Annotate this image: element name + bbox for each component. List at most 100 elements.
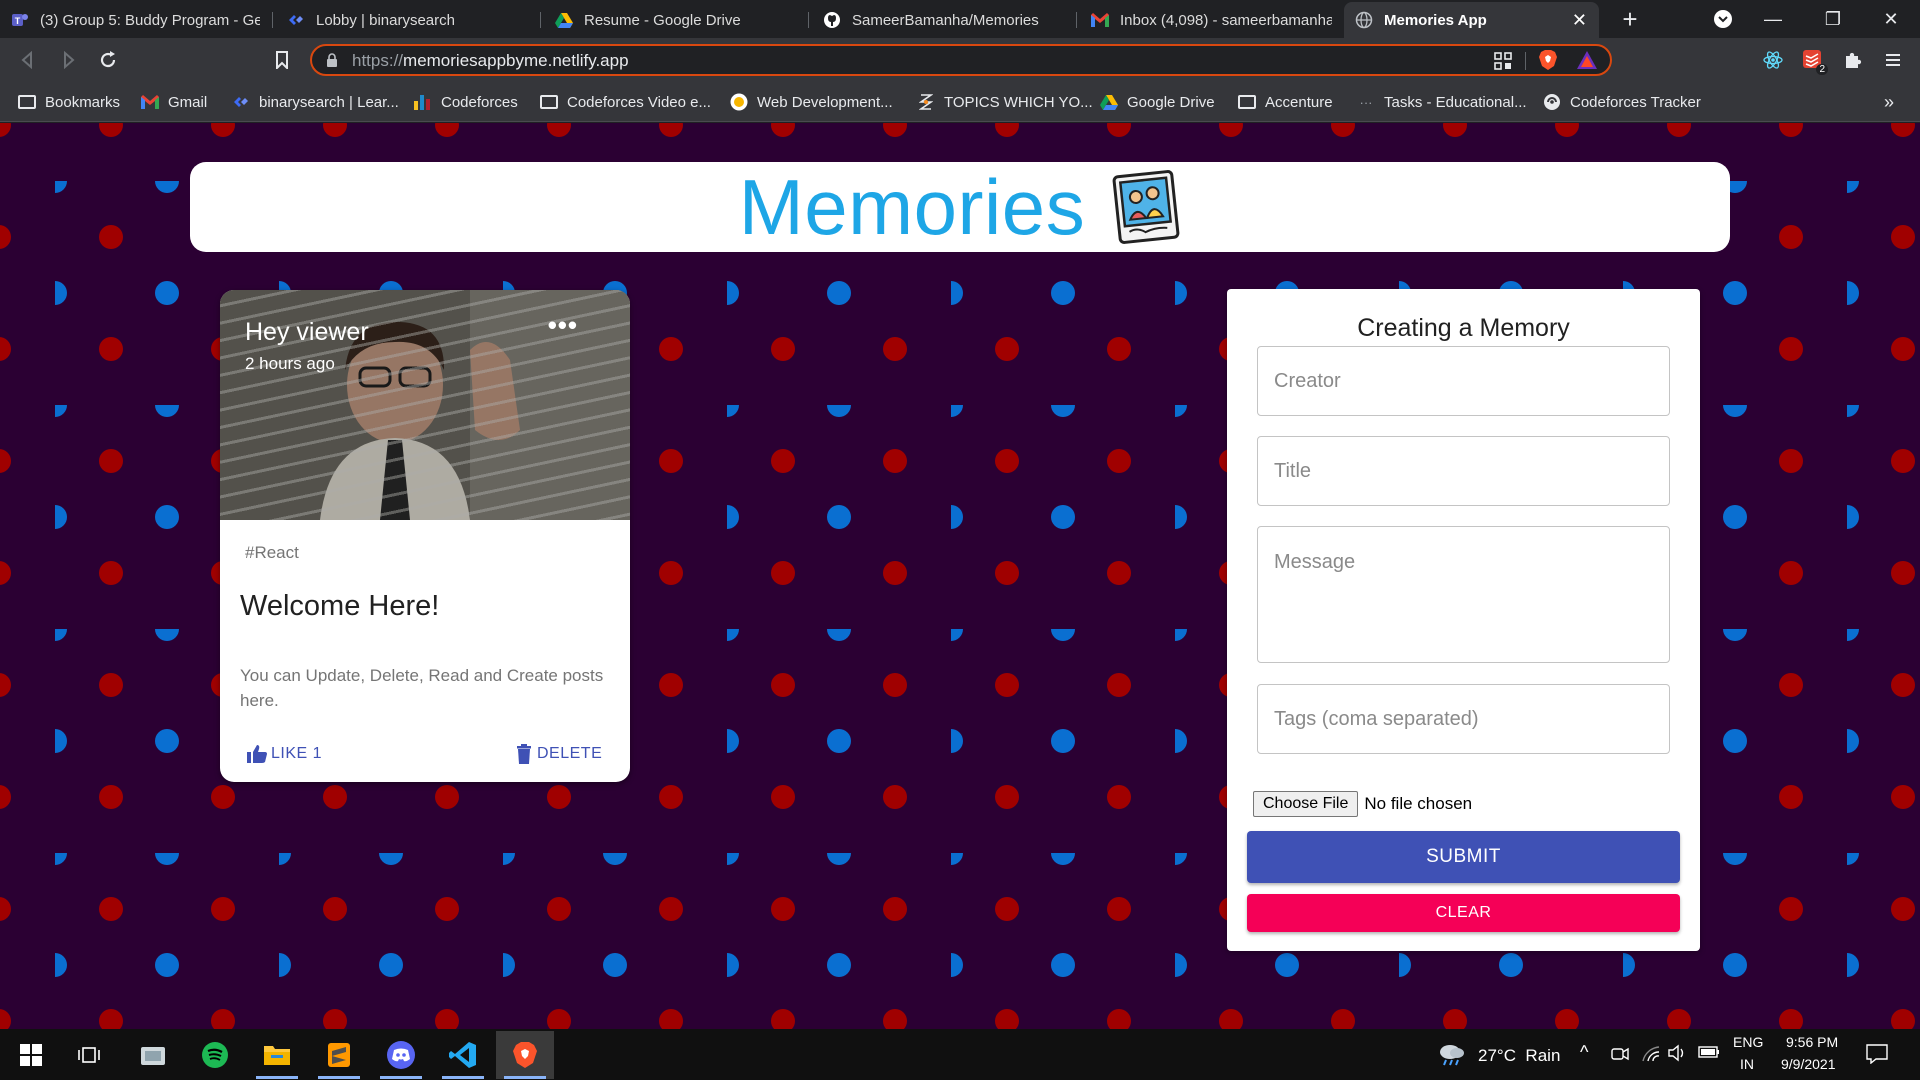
bookmark-codeforces-tracker[interactable]: Codeforces Tracker (1543, 91, 1701, 113)
bookmark-tasks-educational[interactable]: ··· Tasks - Educational... (1357, 91, 1527, 113)
address-bar[interactable]: https://memoriesappbyme.netlify.app (310, 44, 1612, 76)
bookmark-gmail[interactable]: Gmail (141, 91, 207, 113)
clear-button[interactable]: CLEAR (1247, 894, 1680, 932)
bookmark-topics[interactable]: TOPICS WHICH YO... (917, 91, 1093, 113)
meet-now-icon[interactable] (1611, 1045, 1629, 1068)
minimize-icon[interactable]: — (1748, 0, 1798, 38)
tab-group5-teams[interactable]: T (3) Group 5: Buddy Program - Ge (0, 2, 270, 38)
todoist-extension-icon[interactable]: 2 (1800, 47, 1828, 75)
bookmark-web-development[interactable]: Web Development... (730, 91, 893, 113)
card-timestamp: 2 hours ago (245, 354, 335, 373)
volume-icon[interactable] (1668, 1044, 1688, 1067)
bookmark-bookmarks-folder[interactable]: Bookmarks (18, 91, 120, 113)
folder-icon (540, 93, 558, 111)
bookmark-icon[interactable] (268, 46, 296, 74)
brave-shields-icon[interactable] (1538, 49, 1558, 76)
close-icon[interactable]: ✕ (1572, 10, 1587, 31)
gmail-icon (1090, 10, 1110, 30)
app-header: Memories (190, 162, 1730, 252)
github-icon (822, 10, 842, 30)
tags-input[interactable] (1274, 685, 1654, 753)
chevron-up-icon[interactable]: ^ (1580, 1042, 1588, 1063)
discord-icon[interactable] (372, 1031, 430, 1079)
bookmark-label: TOPICS WHICH YO... (944, 93, 1093, 111)
tags-field[interactable] (1257, 684, 1670, 754)
sublime-text-icon[interactable] (310, 1031, 368, 1079)
react-devtools-icon[interactable] (1760, 47, 1786, 73)
wifi-icon[interactable] (1641, 1045, 1661, 1068)
divider (1525, 52, 1526, 70)
creator-input[interactable] (1274, 347, 1654, 415)
file-picker: Choose File No file chosen (1253, 791, 1472, 817)
more-bookmarks-icon[interactable]: » (1884, 91, 1894, 113)
forward-icon[interactable] (54, 46, 82, 74)
weather-text[interactable]: 27°C Rain (1478, 1046, 1560, 1066)
back-icon[interactable] (14, 46, 42, 74)
message-input[interactable] (1274, 551, 1654, 631)
memory-card: Hey viewer 2 hours ago ••• #React Welcom… (220, 290, 630, 782)
tab-separator (272, 12, 273, 28)
brave-rewards-icon[interactable] (1576, 50, 1598, 75)
tab-memories-app[interactable]: Memories App ✕ (1344, 2, 1599, 38)
clock-date[interactable]: 9/9/2021 (1781, 1056, 1836, 1072)
language-top[interactable]: ENG (1733, 1034, 1763, 1050)
folder-icon (18, 93, 36, 111)
message-field[interactable] (1257, 526, 1670, 663)
url-text: https://memoriesappbyme.netlify.app (352, 51, 629, 71)
bookmark-accenture-folder[interactable]: Accenture (1238, 91, 1333, 113)
teams-icon: T (10, 10, 30, 30)
bookmark-label: Tasks - Educational... (1384, 93, 1527, 111)
delete-label: DELETE (537, 745, 603, 762)
restore-icon[interactable]: ❐ (1808, 0, 1858, 38)
delete-button[interactable]: DELETE (516, 740, 602, 768)
tracker-icon (1543, 93, 1561, 111)
weather-rain-icon[interactable] (1438, 1043, 1466, 1072)
submit-button[interactable]: SUBMIT (1247, 831, 1680, 883)
more-options-icon[interactable]: ••• (548, 310, 578, 341)
menu-icon[interactable] (1880, 47, 1906, 73)
task-view-icon[interactable] (60, 1031, 118, 1079)
like-label: LIKE 1 (271, 745, 323, 762)
tab-search-icon[interactable] (1698, 0, 1748, 38)
creator-field[interactable] (1257, 346, 1670, 416)
bookmark-google-drive[interactable]: Google Drive (1100, 91, 1215, 113)
file-status: No file chosen (1364, 794, 1473, 813)
bookmarks-bar: Bookmarks Gmail binarysearch | Lear... C… (0, 82, 1920, 122)
tab-binarysearch[interactable]: Lobby | binarysearch (276, 2, 538, 38)
new-tab-icon[interactable]: + (1605, 0, 1655, 38)
tab-label: Resume - Google Drive (584, 11, 741, 29)
start-windows-icon[interactable] (2, 1031, 60, 1079)
extensions-puzzle-icon[interactable] (1840, 47, 1866, 73)
battery-icon[interactable] (1698, 1045, 1720, 1064)
globe-icon (1354, 10, 1374, 30)
bookmark-binarysearch[interactable]: binarysearch | Lear... (232, 91, 399, 113)
tab-github[interactable]: SameerBamanha/Memories (812, 2, 1074, 38)
title-input[interactable] (1274, 437, 1654, 505)
folder-icon (1238, 93, 1256, 111)
brave-browser-icon[interactable] (496, 1031, 554, 1079)
window-close-icon[interactable]: ✕ (1866, 0, 1916, 38)
language-bottom[interactable]: IN (1740, 1056, 1754, 1072)
bookmark-codeforces[interactable]: Codeforces (414, 91, 518, 113)
tab-label: Memories App (1384, 11, 1487, 29)
like-button[interactable]: LIKE 1 (246, 740, 322, 768)
tab-google-drive[interactable]: Resume - Google Drive (544, 2, 806, 38)
vscode-icon[interactable] (434, 1031, 492, 1079)
file-explorer-icon[interactable] (248, 1031, 306, 1079)
spotify-icon[interactable] (186, 1031, 244, 1079)
file-manager-app-icon[interactable] (124, 1031, 182, 1079)
tab-gmail[interactable]: Inbox (4,098) - sameerbamanha@ (1080, 2, 1342, 38)
card-tags: #React (245, 543, 299, 562)
reload-icon[interactable] (94, 46, 122, 74)
clock-time[interactable]: 9:56 PM (1786, 1034, 1838, 1050)
form-heading: Creating a Memory (1357, 314, 1570, 342)
bookmark-codeforces-video-folder[interactable]: Codeforces Video e... (540, 91, 711, 113)
notification-center-icon[interactable] (1866, 1044, 1888, 1069)
title-field[interactable] (1257, 436, 1670, 506)
codeforces-icon (414, 93, 432, 111)
qr-code-icon[interactable] (1494, 52, 1512, 75)
choose-file-button[interactable]: Choose File (1253, 791, 1359, 817)
binarysearch-icon (232, 93, 250, 111)
browser-toolbar: https://memoriesappbyme.netlify.app 2 (0, 38, 1920, 82)
card-image: Hey viewer 2 hours ago ••• (220, 290, 630, 520)
